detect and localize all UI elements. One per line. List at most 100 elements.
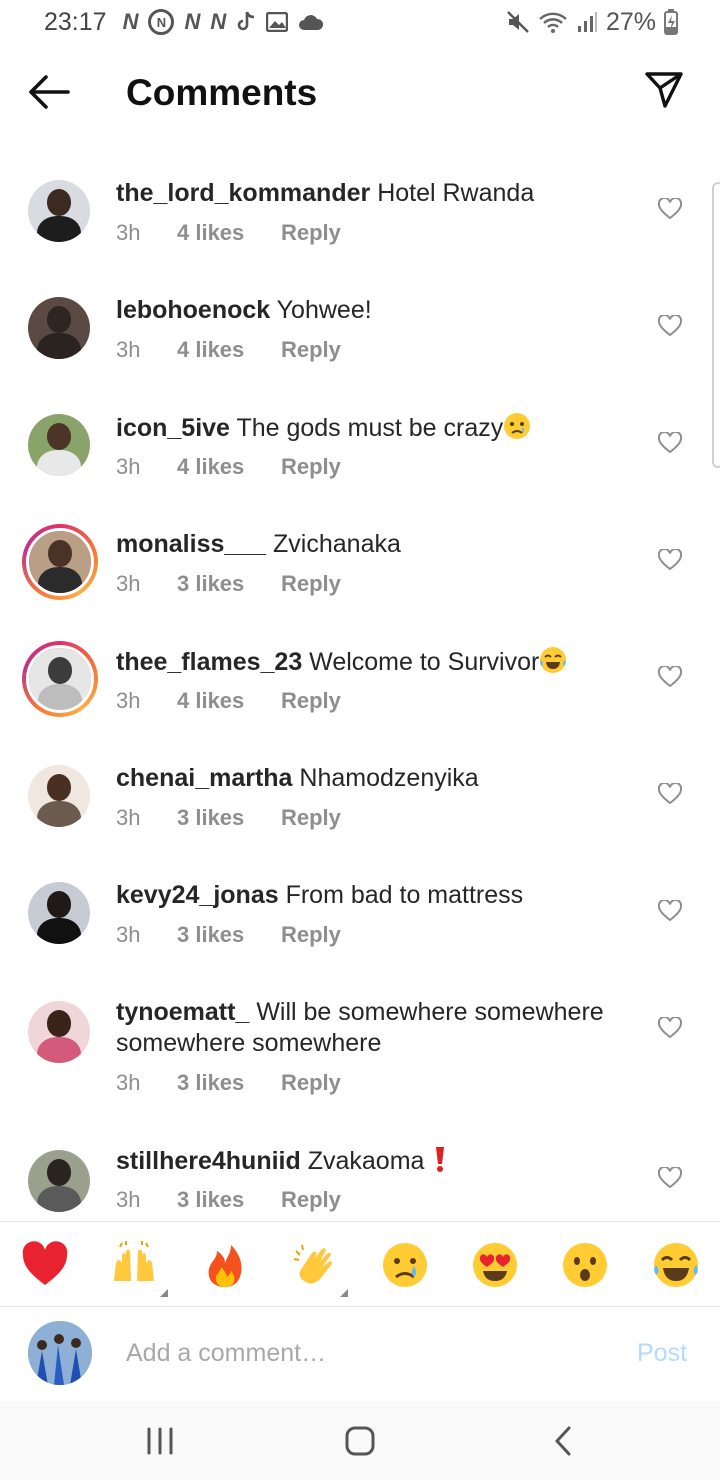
username[interactable]: thee_flames_23: [116, 648, 302, 676]
username[interactable]: tynoematt_: [116, 998, 249, 1026]
fire-icon[interactable]: [201, 1241, 249, 1289]
likes-count[interactable]: 3 likes: [177, 805, 281, 831]
comment-text: monaliss___ Zvichanaka: [116, 529, 636, 560]
comment-input[interactable]: [126, 1335, 606, 1371]
likes-count[interactable]: 4 likes: [177, 454, 281, 480]
likes-count[interactable]: 3 likes: [177, 1070, 281, 1096]
likes-count[interactable]: 4 likes: [177, 220, 281, 246]
notification-n-icon: N: [122, 9, 139, 34]
comment-text: chenai_martha Nhamodzenyika: [116, 763, 636, 794]
username[interactable]: stillhere4huniid: [116, 1147, 301, 1175]
avatar[interactable]: [28, 1001, 90, 1063]
status-time: 23:17: [44, 7, 107, 36]
avatar[interactable]: [28, 414, 90, 476]
surprised-face-icon[interactable]: [561, 1241, 609, 1289]
comment-meta: 3h 3 likes Reply: [116, 805, 341, 831]
reply-button[interactable]: Reply: [281, 571, 341, 597]
avatar[interactable]: [28, 882, 90, 944]
username[interactable]: icon_5ive: [116, 414, 230, 442]
comment-meta: 3h 4 likes Reply: [116, 337, 341, 363]
back-nav-icon[interactable]: [543, 1425, 583, 1457]
clapping-hands-icon[interactable]: [290, 1241, 348, 1297]
likes-count[interactable]: 4 likes: [177, 337, 281, 363]
comment-time: 3h: [116, 922, 141, 947]
reply-button[interactable]: Reply: [281, 1070, 341, 1096]
reply-button[interactable]: Reply: [281, 454, 341, 480]
heart-icon[interactable]: [658, 315, 682, 337]
comment-body: Hotel Rwanda: [370, 179, 535, 207]
comment-time: 3h: [116, 220, 141, 245]
comment-text: lebohoenock Yohwee!: [116, 295, 636, 326]
heart-icon[interactable]: [658, 549, 682, 571]
send-icon[interactable]: [644, 70, 684, 110]
heart-icon[interactable]: [658, 783, 682, 805]
comment-text: kevy24_jonas From bad to mattress: [116, 880, 636, 911]
reply-button[interactable]: Reply: [281, 805, 341, 831]
heart-icon[interactable]: [658, 198, 682, 220]
comment-body: From bad to mattress: [278, 881, 524, 909]
comment-time: 3h: [116, 454, 141, 479]
comment-text: stillhere4huniid Zvakaoma: [116, 1145, 636, 1177]
notification-n-icon: N: [184, 9, 201, 34]
heart-icon[interactable]: [658, 1167, 682, 1189]
recent-apps-icon[interactable]: [140, 1425, 180, 1457]
comment-body: Nhamodzenyika: [292, 764, 479, 792]
reply-button[interactable]: Reply: [281, 688, 341, 714]
avatar-with-story[interactable]: [22, 524, 98, 600]
tiktok-icon: [237, 11, 255, 31]
current-user-avatar: [28, 1321, 92, 1385]
heart-icon[interactable]: [658, 900, 682, 922]
cloud-icon: [299, 15, 324, 30]
comment-text: thee_flames_23 Welcome to Survivor: [116, 646, 636, 678]
username[interactable]: lebohoenock: [116, 296, 270, 324]
comments-list: the_lord_kommander Hotel Rwanda 3h 4 lik…: [0, 164, 720, 1221]
comment-text: the_lord_kommander Hotel Rwanda: [116, 178, 636, 209]
comment-time: 3h: [116, 688, 141, 713]
avatar-with-story[interactable]: [22, 641, 98, 717]
reply-button[interactable]: Reply: [281, 1187, 341, 1213]
comment-meta: 3h 4 likes Reply: [116, 454, 341, 480]
username[interactable]: kevy24_jonas: [116, 881, 279, 909]
avatar[interactable]: [28, 765, 90, 827]
home-icon[interactable]: [340, 1425, 380, 1457]
comment-meta: 3h 4 likes Reply: [116, 688, 341, 714]
header: Comments: [0, 44, 720, 140]
heart-icon[interactable]: [658, 1017, 682, 1039]
username[interactable]: chenai_martha: [116, 764, 292, 792]
tears-of-joy-icon[interactable]: [652, 1241, 700, 1289]
comment-body: Zvichanaka: [266, 530, 401, 558]
avatar[interactable]: [28, 1150, 90, 1212]
back-arrow-icon[interactable]: [26, 72, 70, 112]
reply-button[interactable]: Reply: [281, 220, 341, 246]
red-heart-icon[interactable]: [21, 1241, 69, 1289]
heart-icon[interactable]: [658, 666, 682, 688]
comment-time: 3h: [116, 571, 141, 596]
likes-count[interactable]: 4 likes: [177, 688, 281, 714]
username[interactable]: the_lord_kommander: [116, 179, 370, 207]
username[interactable]: monaliss___: [116, 530, 266, 558]
avatar[interactable]: [28, 297, 90, 359]
heart-eyes-icon[interactable]: [471, 1241, 519, 1289]
avatar[interactable]: [28, 180, 90, 242]
status-bar: 23:17 N N N N 27%: [0, 0, 720, 44]
reply-button[interactable]: Reply: [281, 337, 341, 363]
notification-n-icon: N: [210, 9, 227, 34]
post-button[interactable]: Post: [637, 1339, 687, 1368]
exclamation-emoji-icon: [436, 1147, 445, 1172]
comment-meta: 3h 3 likes Reply: [116, 1070, 341, 1096]
likes-count[interactable]: 3 likes: [177, 1187, 281, 1213]
tears-of-joy-emoji-icon: [540, 647, 567, 673]
comment-body: The gods must be crazy: [229, 414, 504, 442]
comment-meta: 3h 3 likes Reply: [116, 922, 341, 948]
crying-face-icon[interactable]: [381, 1241, 429, 1289]
raising-hands-icon[interactable]: [110, 1241, 168, 1297]
quick-reactions-bar: [0, 1221, 720, 1307]
notification-n-circle-icon: N: [148, 9, 175, 35]
likes-count[interactable]: 3 likes: [177, 922, 281, 948]
page-title: Comments: [126, 72, 318, 113]
battery-charging-icon: [664, 9, 678, 35]
likes-count[interactable]: 3 likes: [177, 571, 281, 597]
comment-composer: Post: [0, 1307, 720, 1401]
heart-icon[interactable]: [658, 432, 682, 454]
reply-button[interactable]: Reply: [281, 922, 341, 948]
